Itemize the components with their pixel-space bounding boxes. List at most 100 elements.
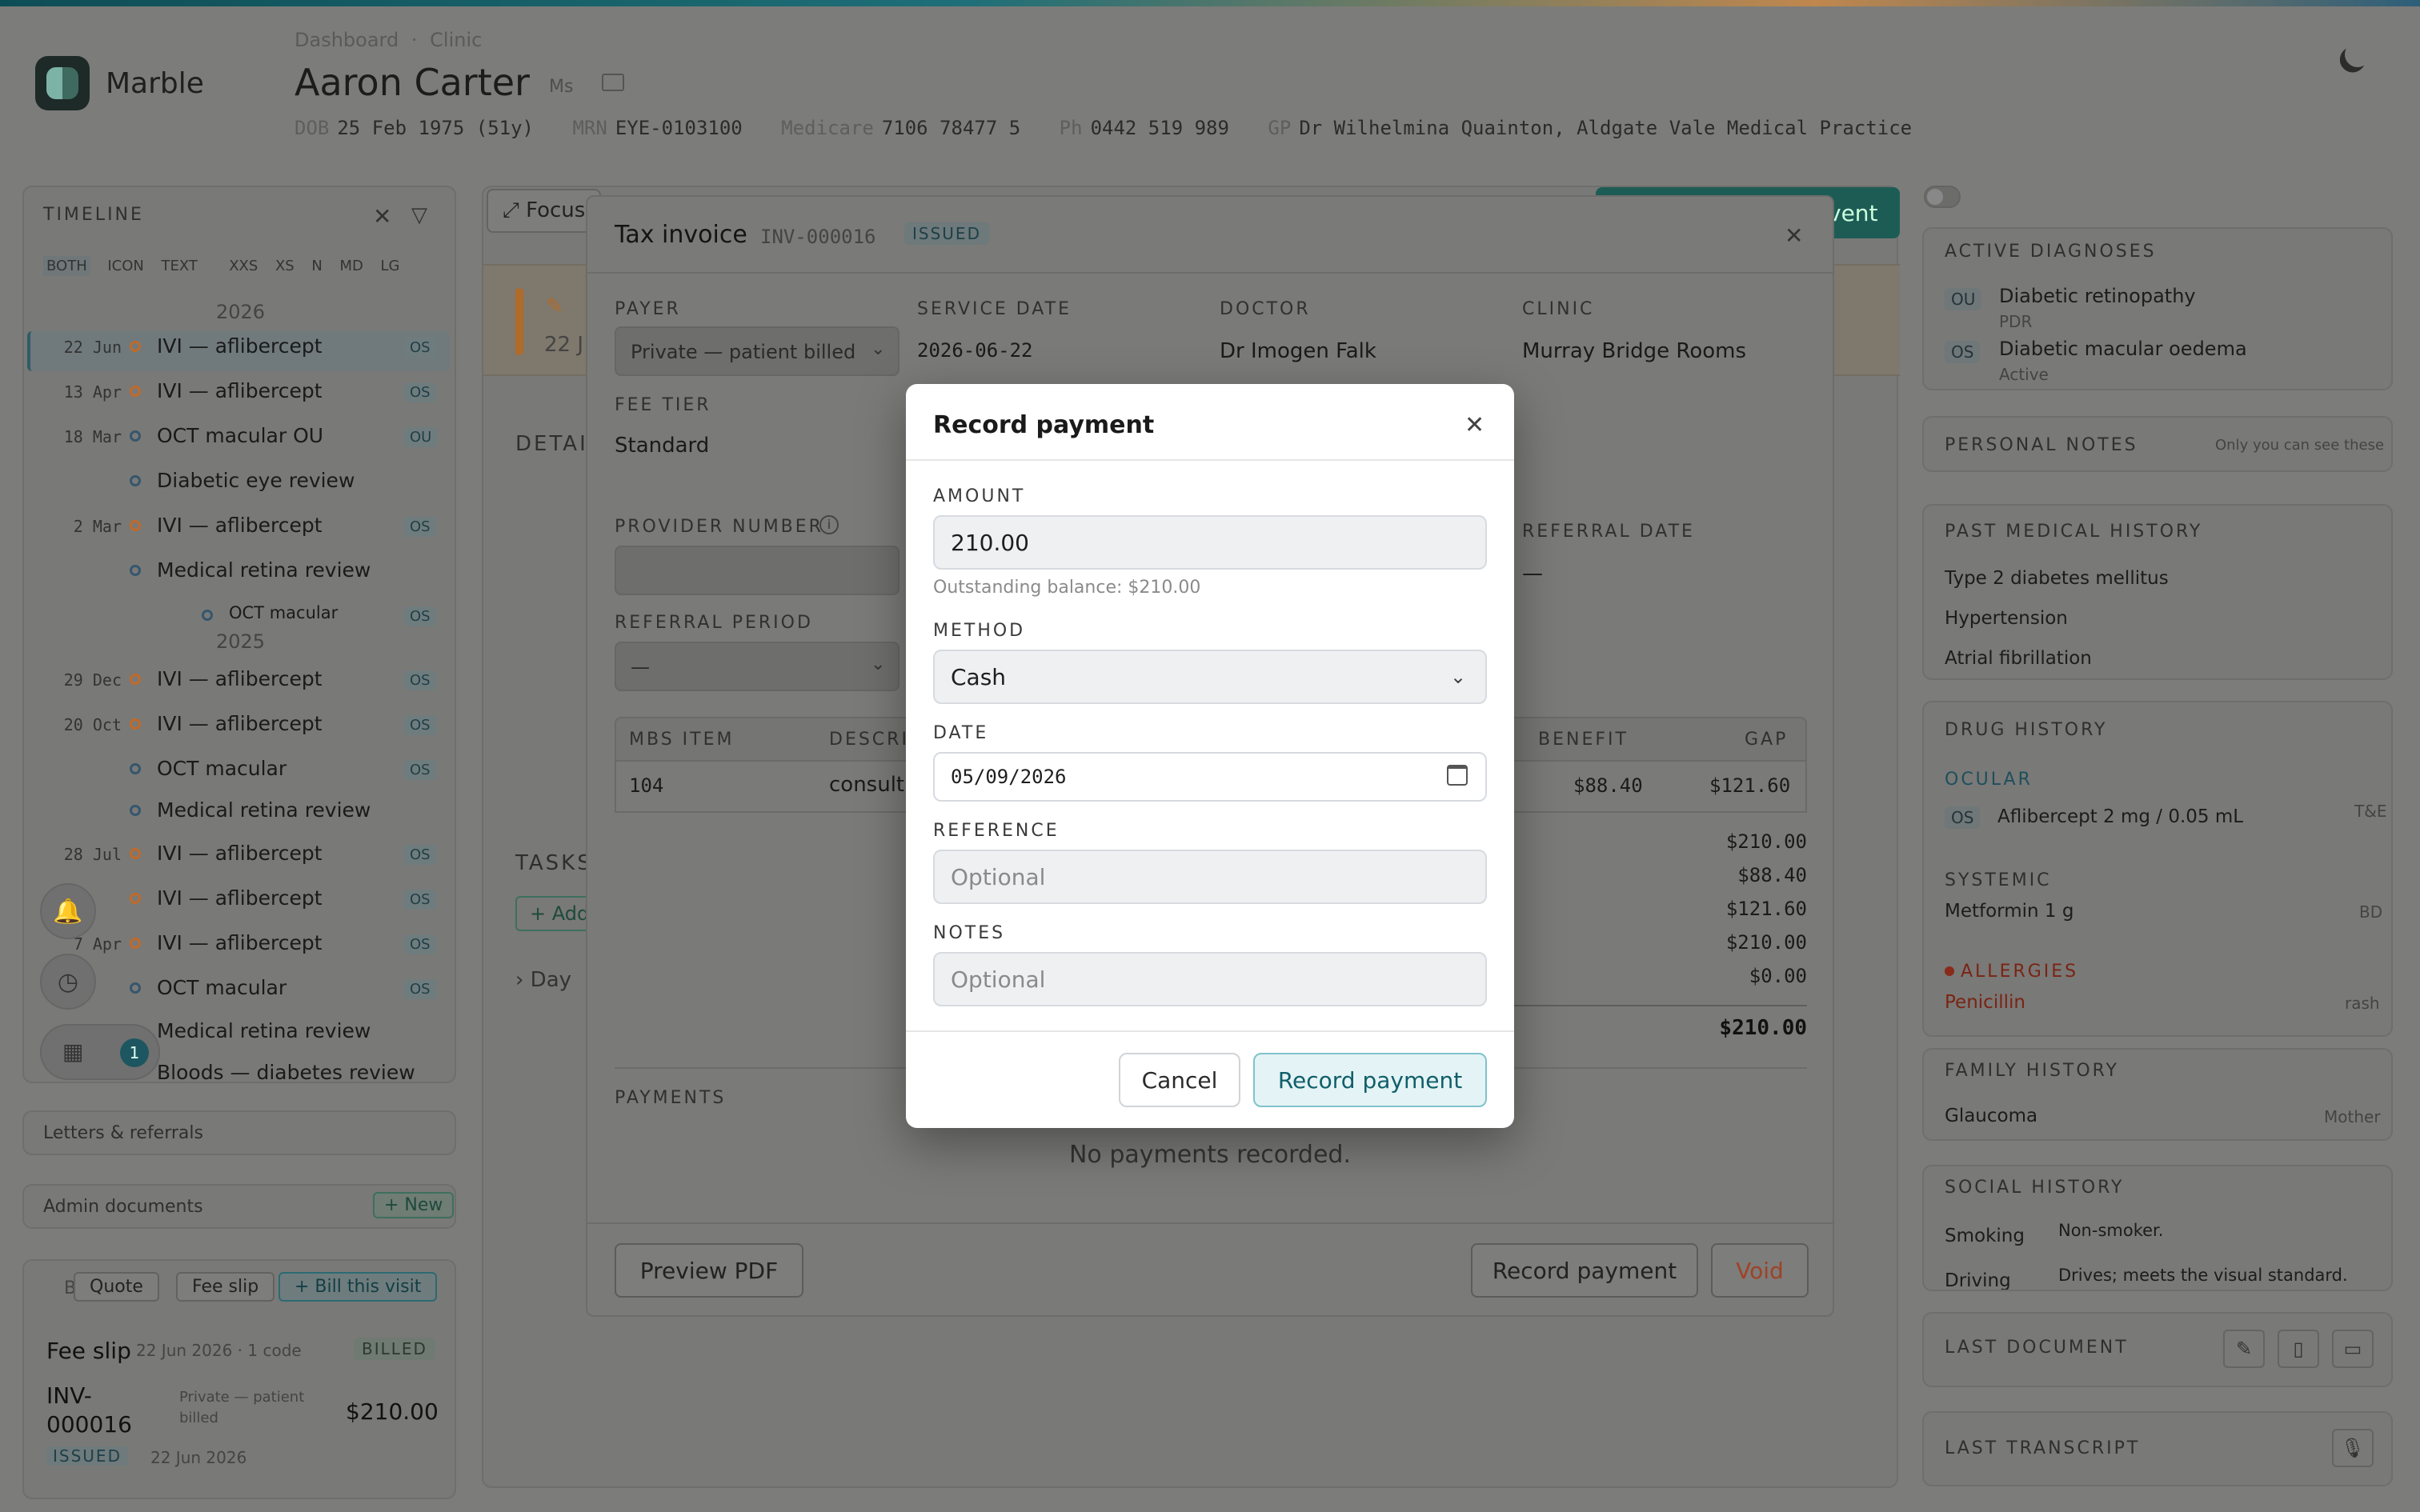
referral-period-select[interactable]: — ⌄ [615,642,899,691]
present-screen-icon[interactable]: ▭ [2332,1330,2374,1368]
quote-button[interactable]: Quote [74,1272,159,1302]
allergy-dot [1945,966,1954,976]
collapse-icon[interactable]: ✕ [373,203,391,230]
admin-documents-section[interactable]: Admin documents + New [22,1184,456,1229]
eye-badge: OS [403,517,437,537]
calendar-icon[interactable] [1447,765,1468,786]
chevron-down-icon: ⌄ [1450,666,1467,688]
eye-badge: OS [403,715,437,735]
patient-mrn: EYE-0103100 [615,117,743,139]
mode-both[interactable]: BOTH [43,256,90,276]
breadcrumb: Dashboard · Clinic [294,29,483,51]
calendar-icon: ▦ [62,1038,84,1065]
marble-logo[interactable] [35,56,90,110]
timeline-dot-icon [130,520,141,531]
social-history-panel: SOCIAL HISTORY Smoking Non-smoker. Drivi… [1922,1165,2393,1291]
bill-this-visit-button[interactable]: + Bill this visit [278,1272,438,1302]
fee-slip-button[interactable]: Fee slip [176,1272,275,1302]
timeline-item-label: IVI — aflibercept [157,931,323,954]
record-payment-close-icon[interactable]: ✕ [1464,411,1484,439]
amount-label: AMOUNT [933,486,1026,506]
no-payments-text: No payments recorded. [1068,1141,1351,1169]
timeline-item-label: OCT macular [229,603,339,622]
payer-select[interactable]: Private — patient billed ⌄ [615,326,899,376]
invoice-number: INV-000016 [760,226,876,248]
fee-slip-title: Fee slip [46,1338,131,1364]
timeline-dot-icon [130,475,141,486]
invoice-number-a[interactable]: INV- [46,1382,92,1409]
diagnosis-name[interactable]: Diabetic macular oedema [1999,338,2247,360]
mode-icon[interactable]: ICON [107,258,144,274]
size-lg[interactable]: LG [380,258,399,274]
document-icon[interactable]: ▯ [2278,1330,2319,1368]
info-icon[interactable]: i [819,515,839,534]
pmh-item: Hypertension [1945,608,2068,629]
letters-referrals-section[interactable]: Letters & referrals [22,1110,456,1155]
filter-icon[interactable]: ▽ [411,203,427,227]
amount-input[interactable]: 210.00 [933,515,1487,570]
timeline-mode-toggle: BOTH ICON TEXT XXS XS N MD LG [43,253,411,276]
timeline-dot-icon [130,982,141,994]
size-xs[interactable]: XS [275,258,294,274]
pencil-icon: ✎ [546,294,563,318]
timeline-dot-icon [130,893,141,904]
dark-mode-moon-icon[interactable] [2341,38,2374,70]
family-history-panel: FAMILY HISTORY Glaucoma Mother [1922,1048,2393,1141]
size-xxs[interactable]: XXS [229,258,258,274]
clock-icon[interactable]: ◷ [40,954,96,1010]
preview-pdf-button[interactable]: Preview PDF [615,1243,803,1298]
pmh-item: Atrial fibrillation [1945,648,2092,669]
timeline-item-date: 28 Jul [63,845,122,864]
calendar-button[interactable]: ▦ 1 [40,1024,160,1080]
size-md[interactable]: MD [339,258,363,274]
id-card-icon[interactable] [602,74,624,91]
timeline-dot-icon [130,763,141,774]
ocular-drug: Aflibercept 2 mg / 0.05 mL [1997,806,2244,827]
eye-badge-ou: OU [1945,288,1982,310]
invoice-record-payment-button[interactable]: Record payment [1471,1243,1698,1298]
toggle-switch[interactable] [1924,186,1961,208]
breadcrumb-clinic[interactable]: Clinic [430,29,482,51]
patient-demographics: DOB 25 Feb 1975 (51y) MRN EYE-0103100 Medi… [294,117,1913,139]
cancel-button[interactable]: Cancel [1119,1053,1240,1107]
reference-input[interactable]: Optional [933,850,1487,904]
breadcrumb-dashboard[interactable]: Dashboard [294,29,399,51]
timeline-item-date: 20 Oct [63,715,122,734]
provider-number-input[interactable] [615,546,899,595]
bell-icon[interactable]: 🔔 [40,883,96,939]
service-date: 2026-06-22 [917,339,1033,362]
personal-notes-panel[interactable]: PERSONAL NOTES Only you can see these [1922,416,2393,472]
chevron-down-icon: ⌄ [871,339,886,359]
drug-history-panel: DRUG HISTORY OCULAR OS Aflibercept 2 mg … [1922,701,2393,1037]
timeline-dot-icon [130,718,141,730]
eye-badge: OS [403,670,437,690]
mode-text[interactable]: TEXT [162,258,198,274]
eye-badge: OS [403,934,437,954]
focus-button[interactable]: ⤢ Focus [487,189,602,233]
past-medical-history-panel: PAST MEDICAL HISTORY Type 2 diabetes mel… [1922,504,2393,680]
invoice-close-icon[interactable]: ✕ [1785,222,1803,249]
timeline-item-date: 18 Mar [63,427,122,446]
timeline-item-label: IVI — aflibercept [157,379,323,402]
allergy-item: Penicillin [1945,992,2025,1013]
method-select[interactable]: Cash ⌄ [933,650,1487,704]
record-payment-submit-button[interactable]: Record payment [1253,1053,1487,1107]
date-input[interactable]: 05/09/2026 [933,752,1487,802]
timeline-item-label: IVI — aflibercept [157,842,323,865]
microphone-icon[interactable]: 🎙 [2332,1429,2374,1467]
diagnosis-name[interactable]: Diabetic retinopathy [1999,285,2196,307]
day-group-toggle[interactable]: › Day [515,968,571,992]
notes-input[interactable]: Optional [933,952,1487,1006]
record-payment-title: Record payment [933,411,1155,439]
void-invoice-button[interactable]: Void [1711,1243,1809,1298]
edit-pencil-icon[interactable]: ✎ [2223,1330,2265,1368]
eye-badge: OS [403,606,437,626]
timeline-item-label: IVI — aflibercept [157,334,323,358]
new-admin-doc-button[interactable]: + New [373,1192,455,1218]
last-transcript-panel: LAST TRANSCRIPT 🎙 [1922,1411,2393,1486]
invoice-number-b[interactable]: 000016 [46,1411,132,1438]
eye-badge: OS [403,382,437,402]
patient-gp: Dr Wilhelmina Quainton, Aldgate Vale Med… [1299,117,1913,139]
timeline-item-label: Bloods — diabetes review [157,1061,415,1084]
size-n[interactable]: N [311,258,322,274]
